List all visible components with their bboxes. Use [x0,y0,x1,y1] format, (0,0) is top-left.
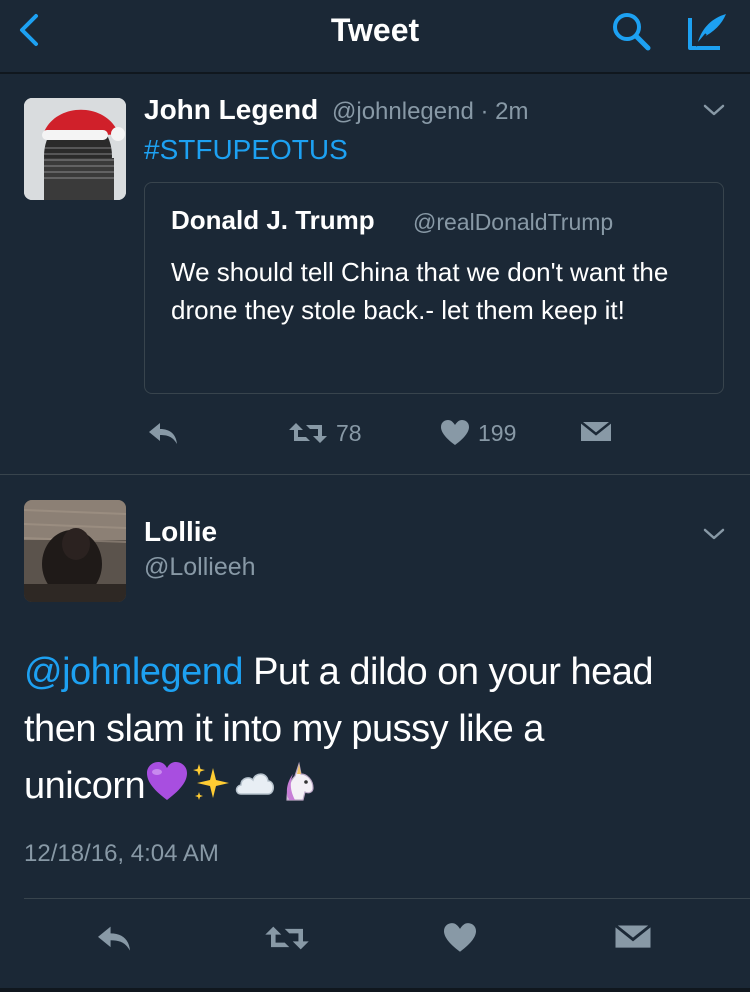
tab-bar-edge [0,988,750,992]
retweet-button[interactable] [264,922,310,954]
compose-icon[interactable] [684,8,730,54]
quoted-tweet[interactable]: Donald J. Trump @realDonaldTrump We shou… [144,182,724,394]
unicorn-icon [286,761,314,801]
nav-bar: Tweet [0,0,750,74]
like-button[interactable]: 199 [440,419,516,447]
dm-button[interactable] [580,419,612,443]
purple-heart-icon [147,762,188,800]
tweet-text: @johnlegend Put a dildo on your head the… [24,644,724,815]
separator: · [480,98,489,125]
heart-icon [444,923,476,952]
quoted-text: We should tell China that we don't want … [171,257,669,325]
chevron-down-icon[interactable] [700,98,728,122]
reply-icon [98,926,130,951]
heart-icon [441,420,469,445]
tweet-text-line3: unicorn [24,765,146,807]
tweet-timestamp: 12/18/16, 4:04 AM [24,840,219,867]
reply-icon [149,423,177,444]
hashtag-link[interactable]: #STFUPEOTUS [144,134,348,166]
cloud-icon [235,773,275,795]
retweet-icon [289,423,327,443]
dm-button[interactable] [614,922,652,950]
author-handle[interactable]: @Lollieeh [144,553,256,582]
tweet-time: 2m [495,98,529,125]
retweet-count: 78 [336,419,362,446]
chevron-down-icon[interactable] [700,522,728,546]
tweet-actions [0,922,750,962]
tweet-john-legend[interactable]: John Legend @johnlegend · 2m #STFUPEOTUS… [0,74,750,475]
sparkles-icon [193,764,230,800]
quoted-author-handle: @realDonaldTrump [413,209,614,235]
search-icon[interactable] [608,8,654,54]
author-handle-time[interactable]: @johnlegend · 2m [332,98,529,126]
mention-link[interactable]: @johnlegend [24,651,244,693]
quoted-author-name: Donald J. Trump [171,205,375,235]
avatar[interactable] [24,98,126,200]
reply-button[interactable] [94,922,134,954]
avatar[interactable] [24,500,126,602]
tweet-actions: 78 199 [0,419,750,459]
envelope-icon [580,421,612,441]
tweet-text-line2: then slam it into my pussy like a [24,708,544,750]
like-button[interactable] [442,922,478,954]
retweet-button[interactable]: 78 [288,419,362,447]
author-name[interactable]: Lollie [144,516,217,548]
retweet-icon [265,926,309,950]
reply-button[interactable] [146,419,180,447]
envelope-icon [614,924,652,948]
author-handle: @johnlegend [332,98,474,125]
author-name[interactable]: John Legend [144,94,318,126]
like-count: 199 [478,419,517,446]
tweet-text-line1: Put a dildo on your head [243,651,654,693]
divider [24,898,750,899]
